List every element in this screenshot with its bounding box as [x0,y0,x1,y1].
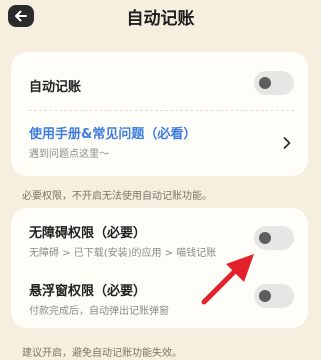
manual-faq-row[interactable]: 使用手册&常见问题（必看） 遇到问题点这里～ [29,123,292,160]
permission-note: 必要权限，不开启无法使用自动记账功能。 [22,191,212,202]
auto-bookkeeping-toggle[interactable] [254,71,294,95]
manual-faq-subtitle: 遇到问题点这里～ [29,149,109,160]
page-title: 自动记账 [126,9,195,29]
divider [29,110,294,111]
toggle-knob [259,77,271,89]
auto-bookkeeping-page: 自动记账 自动记账 使用手册&常见问题（必看） 遇到问题点这里～ 必要权限，不开… [0,0,321,360]
auto-bookkeeping-card: 自动记账 使用手册&常见问题（必看） 遇到问题点这里～ [11,52,308,176]
auto-bookkeeping-label: 自动记账 [29,80,82,95]
chevron-right-icon[interactable] [282,136,292,150]
auto-bookkeeping-row: 自动记账 [29,76,292,95]
toggle-knob [259,232,271,244]
suggestion-note: 建议开启，避免自动记账功能失效。 [22,348,182,359]
manual-faq-link[interactable]: 使用手册&常见问题（必看） [29,123,292,142]
red-arrow-annotation [201,254,254,305]
permissions-card: 无障碍权限（必要） 无障碍 > 已下载(安装)的应用 > 喵钱记账 悬浮窗权限（… [11,208,308,328]
accessibility-permission-title: 无障碍权限（必要） [29,226,147,241]
